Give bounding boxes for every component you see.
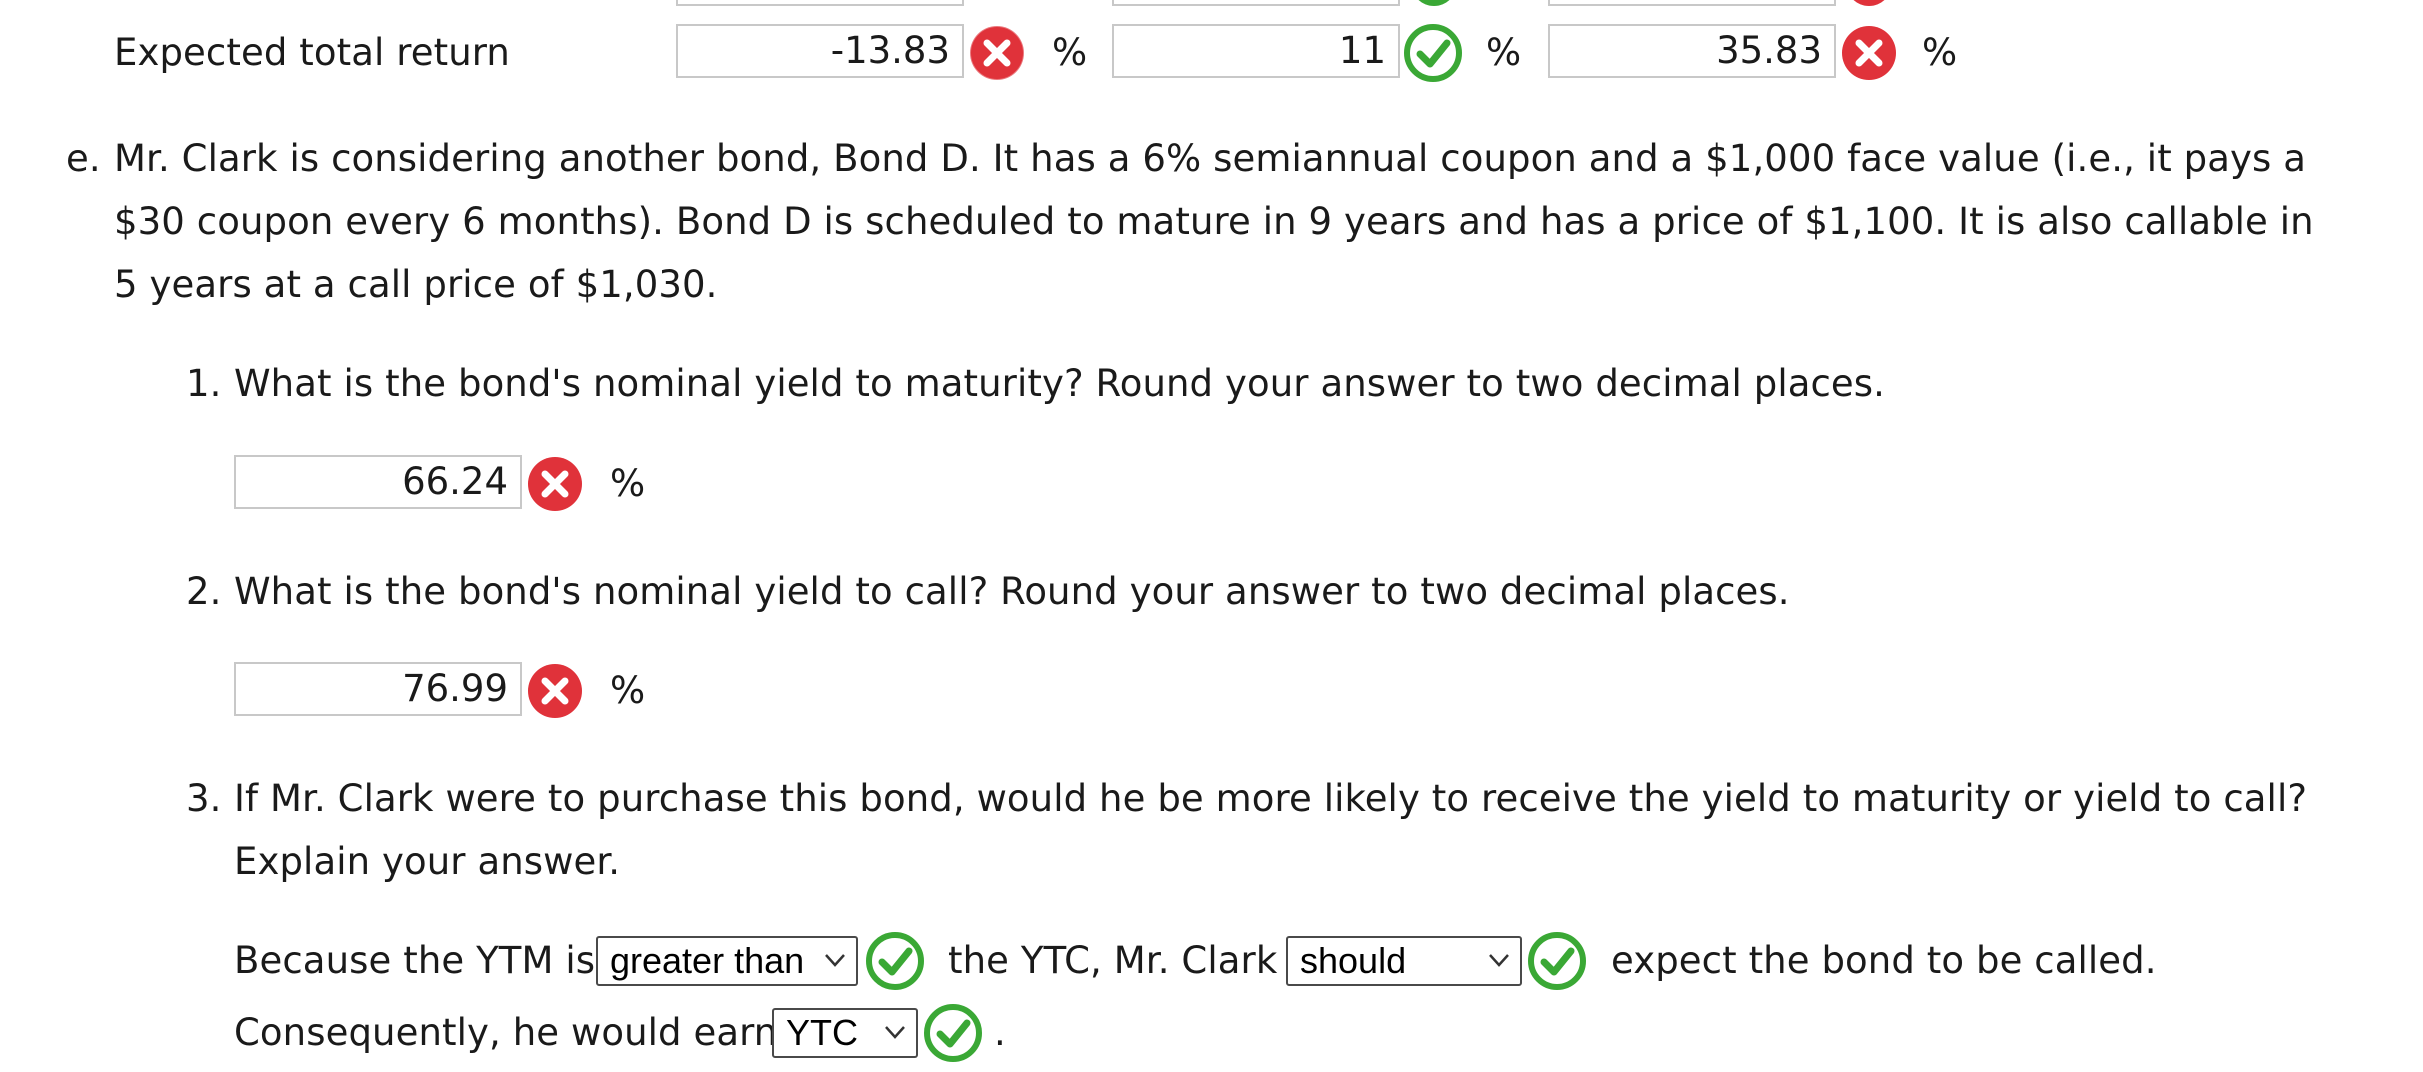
check-circle-icon	[1402, 22, 1464, 84]
ytm-vs-ytc-select[interactable]: greater than	[596, 936, 858, 986]
prev-input-stub-1	[676, 0, 964, 6]
percent-unit: %	[1922, 31, 1958, 74]
percent-unit: %	[1486, 31, 1522, 74]
expected-return-input-1[interactable]: -13.83	[676, 24, 964, 78]
prev-input-stub-2	[1112, 0, 1400, 6]
explanation-text-4: Consequently, he would earn	[234, 1011, 778, 1054]
part-e-text-line-1: Mr. Clark is considering another bond, B…	[114, 137, 2307, 180]
percent-unit: %	[610, 669, 646, 712]
cut-off-x-icon	[1846, 0, 1892, 6]
check-circle-icon	[864, 930, 926, 992]
ytc-answer-input[interactable]: 76.99	[234, 662, 522, 716]
explanation-text-3: expect the bond to be called.	[1611, 939, 2157, 982]
x-circle-icon	[1838, 22, 1900, 84]
cut-off-check-icon	[1411, 0, 1457, 6]
question-3-number: 3.	[186, 777, 222, 820]
question-1-number: 1.	[186, 362, 222, 405]
part-e-text-line-3: 5 years at a call price of $1,030.	[114, 263, 718, 306]
yield-earned-select[interactable]: YTC	[772, 1008, 918, 1058]
called-expectation-select[interactable]: should	[1286, 936, 1522, 986]
ytm-answer-input[interactable]: 66.24	[234, 455, 522, 509]
yield-earned-select-value: YTC	[786, 1012, 858, 1053]
x-circle-icon	[966, 22, 1028, 84]
x-circle-icon	[524, 660, 586, 722]
x-circle-icon	[524, 453, 586, 515]
chevron-down-icon	[1488, 952, 1510, 968]
prev-input-stub-3	[1548, 0, 1836, 6]
part-e-text-line-2: $30 coupon every 6 months). Bond D is sc…	[114, 200, 2314, 243]
ytm-vs-ytc-select-value: greater than	[610, 940, 805, 981]
question-3-text-line-2: Explain your answer.	[234, 840, 621, 883]
explanation-text-1: Because the YTM is	[234, 939, 596, 982]
explanation-period: .	[994, 1011, 1006, 1054]
question-2-text: What is the bond's nominal yield to call…	[234, 570, 1790, 613]
percent-unit: %	[610, 462, 646, 505]
explanation-text-2: the YTC, Mr. Clark	[948, 939, 1278, 982]
percent-unit: %	[1052, 31, 1088, 74]
question-3-text-line-1: If Mr. Clark were to purchase this bond,…	[234, 777, 2308, 820]
chevron-down-icon	[884, 1024, 906, 1040]
question-2-number: 2.	[186, 570, 222, 613]
row-label-expected-total-return: Expected total return	[114, 31, 510, 74]
expected-return-input-3[interactable]: 35.83	[1548, 24, 1836, 78]
chevron-down-icon	[824, 952, 846, 968]
question-1-text: What is the bond's nominal yield to matu…	[234, 362, 1886, 405]
expected-return-input-2[interactable]: 11	[1112, 24, 1400, 78]
check-circle-icon	[1526, 930, 1588, 992]
part-e-marker: e.	[66, 137, 101, 180]
check-circle-icon	[922, 1002, 984, 1064]
called-expectation-select-value: should	[1300, 940, 1407, 981]
